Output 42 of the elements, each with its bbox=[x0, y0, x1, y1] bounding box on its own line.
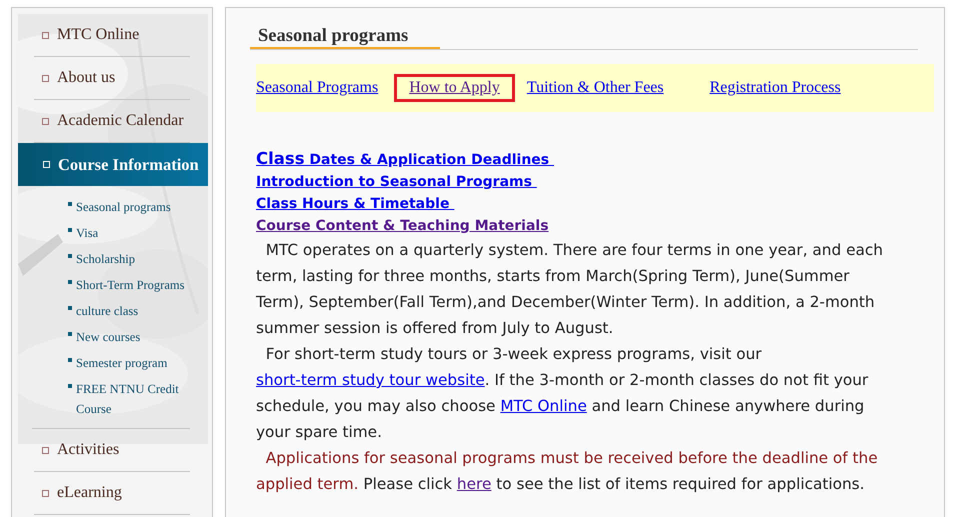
bullet-icon bbox=[42, 32, 49, 38]
paragraph: MTC operates on a quarterly system. There are four terms in one year, and each term, lasting for three months, starts from March(Spring Term), June(Summer Term), September(Fall Term),and December(Winter Term). In addition, a 2-month summer session is offered from July to August. bbox=[256, 240, 884, 339]
sidebar-item[interactable]: Activities bbox=[34, 429, 190, 472]
bullet-icon bbox=[68, 306, 72, 310]
bullet-icon bbox=[68, 202, 72, 206]
tab-link[interactable]: Tuition & Other Fees bbox=[526, 75, 664, 101]
bullet-icon bbox=[68, 280, 72, 284]
bullet-icon bbox=[68, 358, 72, 362]
submenu-link[interactable]: New courses bbox=[76, 324, 140, 350]
page-heading: Seasonal programs bbox=[250, 26, 918, 50]
bullet-icon bbox=[42, 490, 49, 496]
bullet-icon bbox=[43, 161, 50, 168]
sidebar-item[interactable]: Course Information bbox=[18, 143, 208, 186]
submenu-link[interactable]: Semester program bbox=[76, 350, 168, 376]
section-link[interactable]: Class Hours & Timetable bbox=[256, 193, 454, 215]
section-link[interactable]: Introduction to Seasonal Programs bbox=[256, 171, 537, 193]
submenu-link[interactable]: Seasonal programs bbox=[76, 194, 171, 220]
submenu-link[interactable]: FREE NTNU Credit Course bbox=[76, 376, 190, 422]
submenu-link[interactable]: Visa bbox=[76, 220, 98, 246]
sidebar-item[interactable]: MTC Online bbox=[34, 14, 190, 57]
bullet-icon bbox=[68, 228, 72, 232]
tab-link[interactable]: Seasonal Programs bbox=[256, 75, 378, 101]
paragraph: For short-term study tours or 3-week express programs, visit our short-term study tour website. If the 3-month or 2-month classes do not fit your schedule, you may also choose MTC Online and learn Chinese anywhere during your spare time. bbox=[256, 344, 870, 443]
text-link[interactable]: MTC Online bbox=[500, 397, 587, 415]
section-link[interactable]: Course Content & Teaching Materials bbox=[256, 215, 549, 237]
sidebar-item[interactable]: About us bbox=[34, 57, 190, 100]
bullet-icon bbox=[68, 254, 72, 258]
sidebar-item[interactable]: eLearning bbox=[34, 472, 190, 515]
submenu-link[interactable]: Short-Term Programs bbox=[76, 272, 184, 298]
text-link[interactable]: short-term study tour website bbox=[256, 371, 485, 389]
submenu-link[interactable]: culture class bbox=[76, 298, 138, 324]
bullet-icon bbox=[42, 446, 49, 454]
bullet-icon bbox=[42, 118, 49, 124]
tab-link[interactable]: Registration Process bbox=[710, 75, 841, 101]
tab-link[interactable]: How to Apply bbox=[394, 74, 515, 102]
submenu-link[interactable]: Scholarship bbox=[76, 246, 136, 272]
bullet-icon bbox=[68, 384, 72, 388]
text-link[interactable]: here bbox=[456, 475, 492, 493]
bullet-icon bbox=[42, 74, 49, 82]
bullet-icon bbox=[68, 332, 72, 336]
section-link[interactable]: Class Dates & Application Deadlines bbox=[256, 148, 554, 171]
paragraph: Applications for seasonal programs must be received before the deadline of the applied term. Please click here to see the list of items required for applications. bbox=[256, 448, 879, 495]
